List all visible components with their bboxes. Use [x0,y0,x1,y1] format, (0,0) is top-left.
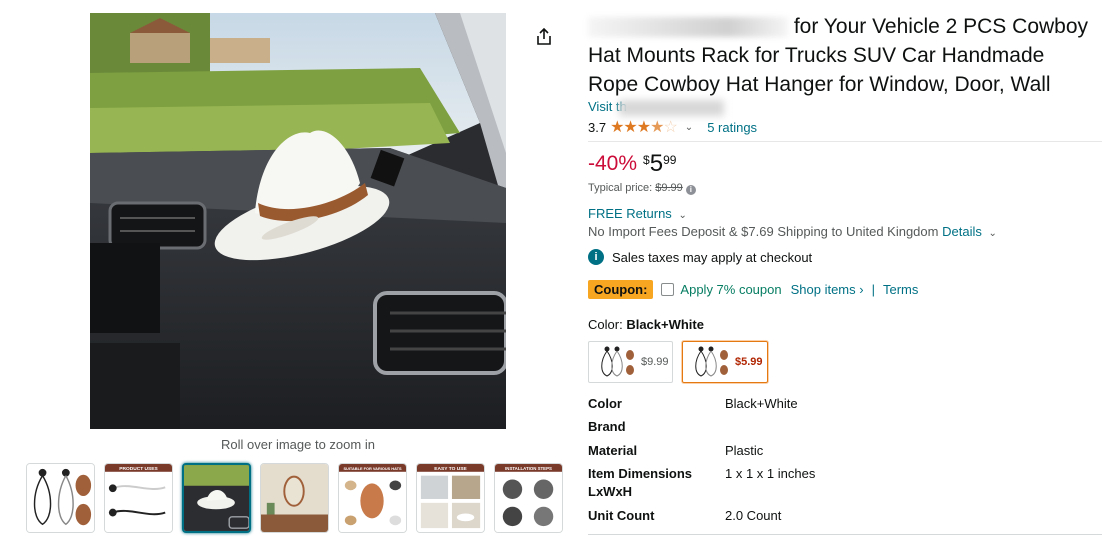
spec-value: 2.0 Count [725,508,782,523]
variant-option-1[interactable]: $9.99 [588,341,673,383]
share-icon[interactable] [534,27,554,47]
tax-notice: i Sales taxes may apply at checkout [588,249,812,265]
spec-key: Material [588,443,638,458]
visit-store-link[interactable]: Visit th [588,99,724,116]
coupon-row: Coupon: Apply 7% coupon Shop items › | T… [588,280,918,299]
import-fees-text: No Import Fees Deposit & $7.69 Shipping … [588,224,997,239]
thumbnail-2-label: PRODUCT USES [119,466,158,472]
tax-notice-text: Sales taxes may apply at checkout [612,249,813,265]
thumbnail-7-label: INSTALLATION STEPS [505,466,552,471]
spec-key: Color [588,396,622,411]
thumbnail-7[interactable]: INSTALLATION STEPS [494,463,563,533]
hat-hanger-thumbnail-icon [695,346,728,377]
color-label: Color: [588,317,623,332]
main-product-image[interactable] [90,13,506,429]
price-whole: 5 [649,150,664,177]
divider [588,534,1102,535]
title-line-3: Rope Cowboy Hat Hanger for Window, Door,… [588,73,1051,96]
import-fees-message: No Import Fees Deposit & $7.69 Shipping … [588,224,939,239]
shop-items-link[interactable]: Shop items › [791,282,864,297]
rating-value: 3.7 [588,119,607,135]
chevron-down-icon[interactable]: ⌄ [685,122,693,133]
coupon-checkbox[interactable] [661,283,675,296]
free-returns-link[interactable]: FREE Returns ⌄ [588,206,687,221]
variant-price: $5.99 [735,356,763,368]
thumbnail-4[interactable] [260,463,329,533]
spec-value: Plastic [725,443,764,458]
spec-key: Item Dimensions LxWxH [588,466,693,499]
thumbnail-5[interactable]: SUITABLE FOR VARIOUS HATS [338,463,407,533]
hat-hanger-thumbnail-icon [601,346,634,377]
spec-key: Brand [588,419,626,434]
car-dashboard-hat-photo [90,13,506,429]
variant-price: $9.99 [641,356,669,368]
divider [588,141,1102,142]
info-icon[interactable]: i [685,185,696,195]
details-link[interactable]: Details [942,224,982,239]
thumbnail-6-label: EASY TO USE [434,466,467,472]
star-rating-icon[interactable]: ★★★★☆ [610,117,678,137]
title-line-2: Hat Mounts Rack for Trucks SUV Car Handm… [588,44,1045,67]
title-line-1: for Your Vehicle 2 PCS Cowboy [793,15,1089,38]
typical-price-label: Typical price: [588,182,653,194]
thumbnail-1[interactable] [26,463,95,533]
coupon-badge: Coupon: [588,280,654,299]
typical-price-value: $9.99 [655,182,683,194]
apply-coupon-label[interactable]: Apply 7% coupon [680,282,781,297]
thumbnail-5-label: SUITABLE FOR VARIOUS HATS [343,466,402,471]
info-circle-icon: i [588,249,604,265]
redacted-brand [588,17,788,38]
ratings-count-link[interactable]: 5 ratings [707,120,757,135]
thumbnail-2[interactable]: PRODUCT USES [104,463,173,533]
selected-color: Black+White [626,317,704,332]
rating-row: 3.7 ★★★★☆ ⌄ 5 ratings [588,117,757,137]
variant-option-2-selected[interactable]: $5.99 [682,341,768,383]
price-block: -40% $ 5 99 [588,151,676,177]
color-selector-label: Color: Black+White [588,317,704,332]
spec-key: Unit Count [588,508,655,523]
free-returns-text: FREE Returns [588,206,672,221]
product-title: for Your Vehicle 2 PCS Cowboy Hat Mounts… [588,12,1103,99]
price-fraction: 99 [663,153,677,167]
typical-price: Typical price: $9.99 i [588,182,696,195]
chevron-down-icon: ⌄ [678,210,687,221]
thumbnail-6[interactable]: EASY TO USE [416,463,485,533]
thumbnail-strip: PRODUCT USES SUITABLE FOR VARIOUS HATS E… [26,463,563,533]
redacted-store-name [618,99,724,116]
price-symbol: $ [643,153,650,167]
chevron-down-icon: ⌄ [988,228,997,239]
spec-value: 1 x 1 x 1 inches [725,466,816,481]
separator: | [871,282,875,297]
zoom-hint: Roll over image to zoom in [221,437,375,452]
terms-link[interactable]: Terms [883,282,918,297]
discount-percent: -40% [588,152,638,175]
thumbnail-3[interactable] [182,463,251,533]
spec-value: Black+White [725,396,798,411]
